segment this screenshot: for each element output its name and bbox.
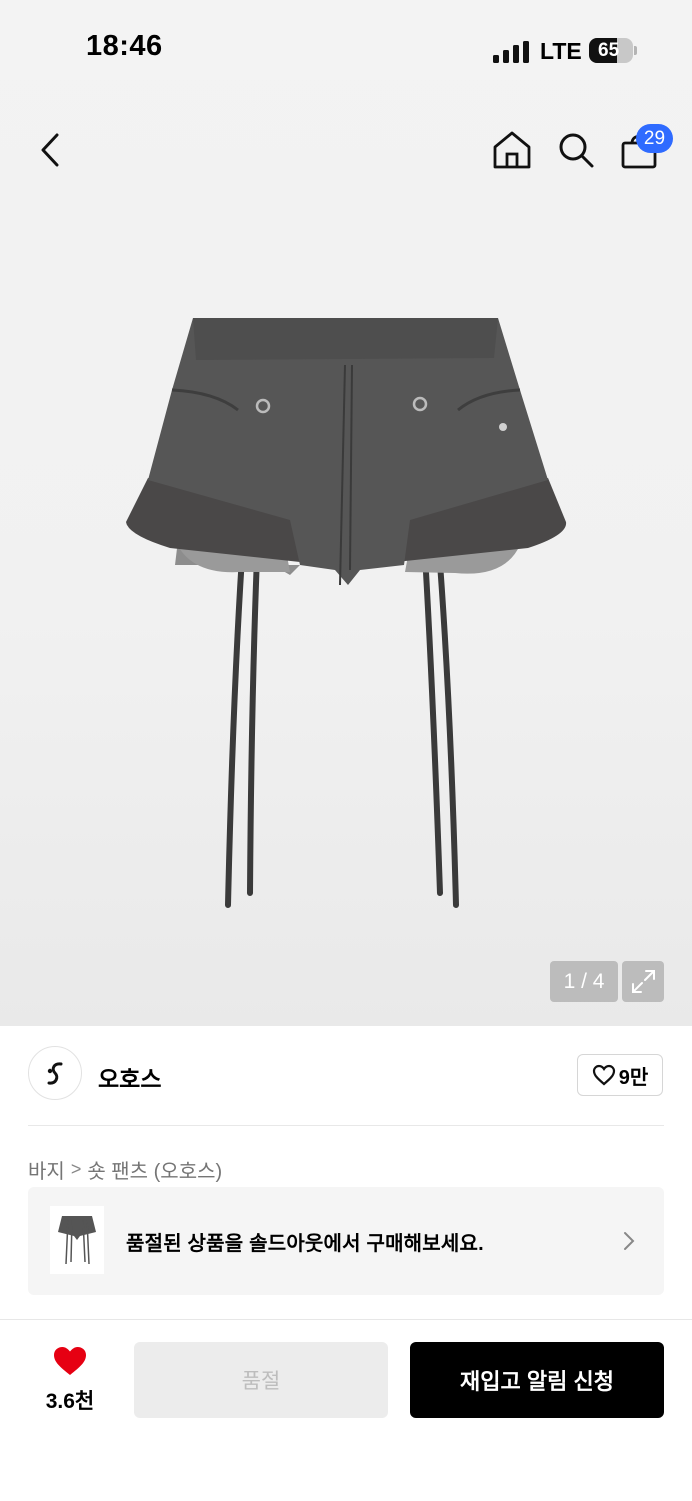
brand-logo-mark-icon bbox=[47, 1062, 63, 1085]
restock-alert-button[interactable]: 재입고 알림 신청 bbox=[410, 1342, 664, 1418]
battery-icon: 65 bbox=[589, 38, 633, 63]
signal-icon bbox=[493, 41, 529, 63]
brand-name[interactable]: 오호스 bbox=[98, 1060, 161, 1094]
brand-like-button[interactable]: 9만 bbox=[577, 1054, 663, 1096]
battery-tip bbox=[634, 46, 637, 55]
product-thumbnail bbox=[50, 1206, 104, 1274]
breadcrumb-separator: > bbox=[70, 1159, 82, 1179]
breadcrumb-category[interactable]: 바지 bbox=[28, 1155, 65, 1184]
brand-like-count: 9만 bbox=[618, 1066, 649, 1089]
image-counter: 1 / 4 bbox=[550, 961, 618, 1002]
breadcrumb-subcategory[interactable]: 숏 팬츠 (오호스) bbox=[87, 1155, 222, 1184]
heart-filled-icon[interactable] bbox=[52, 1345, 88, 1377]
fullscreen-button[interactable] bbox=[622, 961, 664, 1002]
expand-icon bbox=[632, 970, 655, 993]
home-icon[interactable] bbox=[492, 130, 532, 170]
search-icon[interactable] bbox=[557, 131, 595, 169]
soldout-banner-text: 품절된 상품을 솔드아웃에서 구매해보세요. bbox=[126, 1233, 484, 1255]
chevron-right-icon bbox=[624, 1232, 635, 1250]
shorts-thumbnail-image bbox=[58, 1216, 96, 1265]
product-image-area[interactable]: 18:46 LTE 65 29 1 / 4 bbox=[0, 0, 692, 1026]
heart-outline-icon bbox=[592, 1064, 615, 1086]
network-type: LTE bbox=[540, 38, 582, 64]
breadcrumb: 바지 > 숏 팬츠 (오호스) bbox=[28, 1155, 222, 1184]
status-time: 18:46 bbox=[86, 30, 163, 62]
back-arrow-icon[interactable] bbox=[38, 133, 62, 167]
brand-logo[interactable] bbox=[28, 1046, 82, 1100]
soldout-button[interactable]: 품절 bbox=[134, 1342, 388, 1418]
divider bbox=[28, 1125, 664, 1126]
cart-count-badge: 29 bbox=[636, 124, 673, 153]
battery-level: 65 bbox=[598, 40, 620, 61]
product-like-count: 3.6천 bbox=[45, 1390, 95, 1413]
